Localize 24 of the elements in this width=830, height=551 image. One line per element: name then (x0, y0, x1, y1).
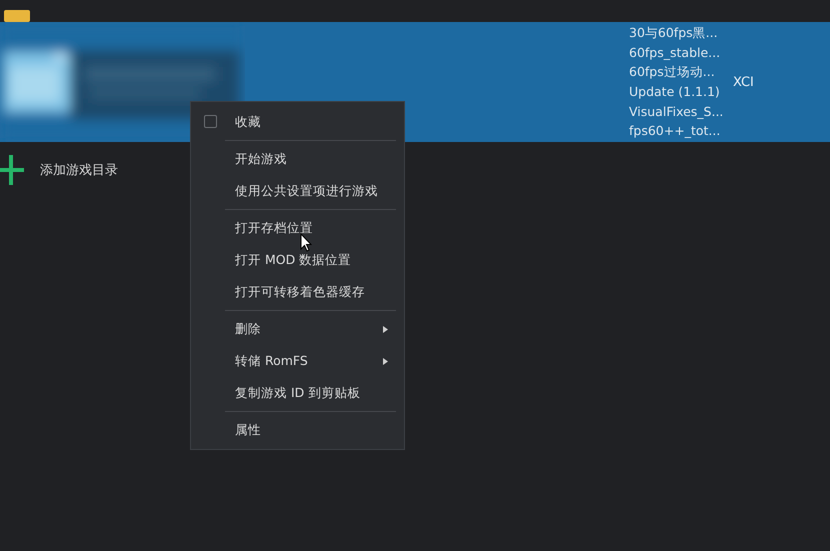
file-type: XCI (733, 74, 754, 90)
submenu-arrow-icon (383, 358, 388, 365)
menu-item[interactable]: 属性 (191, 414, 404, 446)
menu-item[interactable]: 转储 RomFS (191, 345, 404, 377)
menu-item[interactable]: 打开 MOD 数据位置 (191, 244, 404, 276)
mod-name: 60fps过场动... (629, 63, 716, 82)
mod-name: 60fps_stable... (629, 44, 722, 62)
menu-item[interactable]: 打开存档位置 (191, 212, 404, 244)
folder-icon (4, 10, 30, 22)
add-directory-label[interactable]: 添加游戏目录 (40, 161, 118, 179)
menu-item[interactable]: 删除 (191, 313, 404, 345)
checkbox[interactable] (204, 115, 217, 128)
plus-icon[interactable] (0, 155, 26, 185)
mod-name: VisualFixes_S... (629, 102, 724, 121)
menu-item[interactable]: 打开可转移着色器缓存 (191, 276, 404, 308)
mod-name: 30与60fps黑... (629, 24, 719, 42)
mod-name: Update (1.1.1) (629, 83, 721, 101)
submenu-arrow-icon (383, 326, 388, 333)
menu-item[interactable]: 复制游戏 ID 到剪贴板 (191, 377, 404, 409)
menu-item[interactable]: 开始游戏 (191, 143, 404, 175)
cursor-icon (300, 233, 312, 252)
menu-item[interactable]: 使用公共设置项进行游戏 (191, 175, 404, 207)
mod-name: fps60++_tot... (629, 122, 722, 140)
menu-item[interactable]: 收藏 (191, 106, 404, 138)
